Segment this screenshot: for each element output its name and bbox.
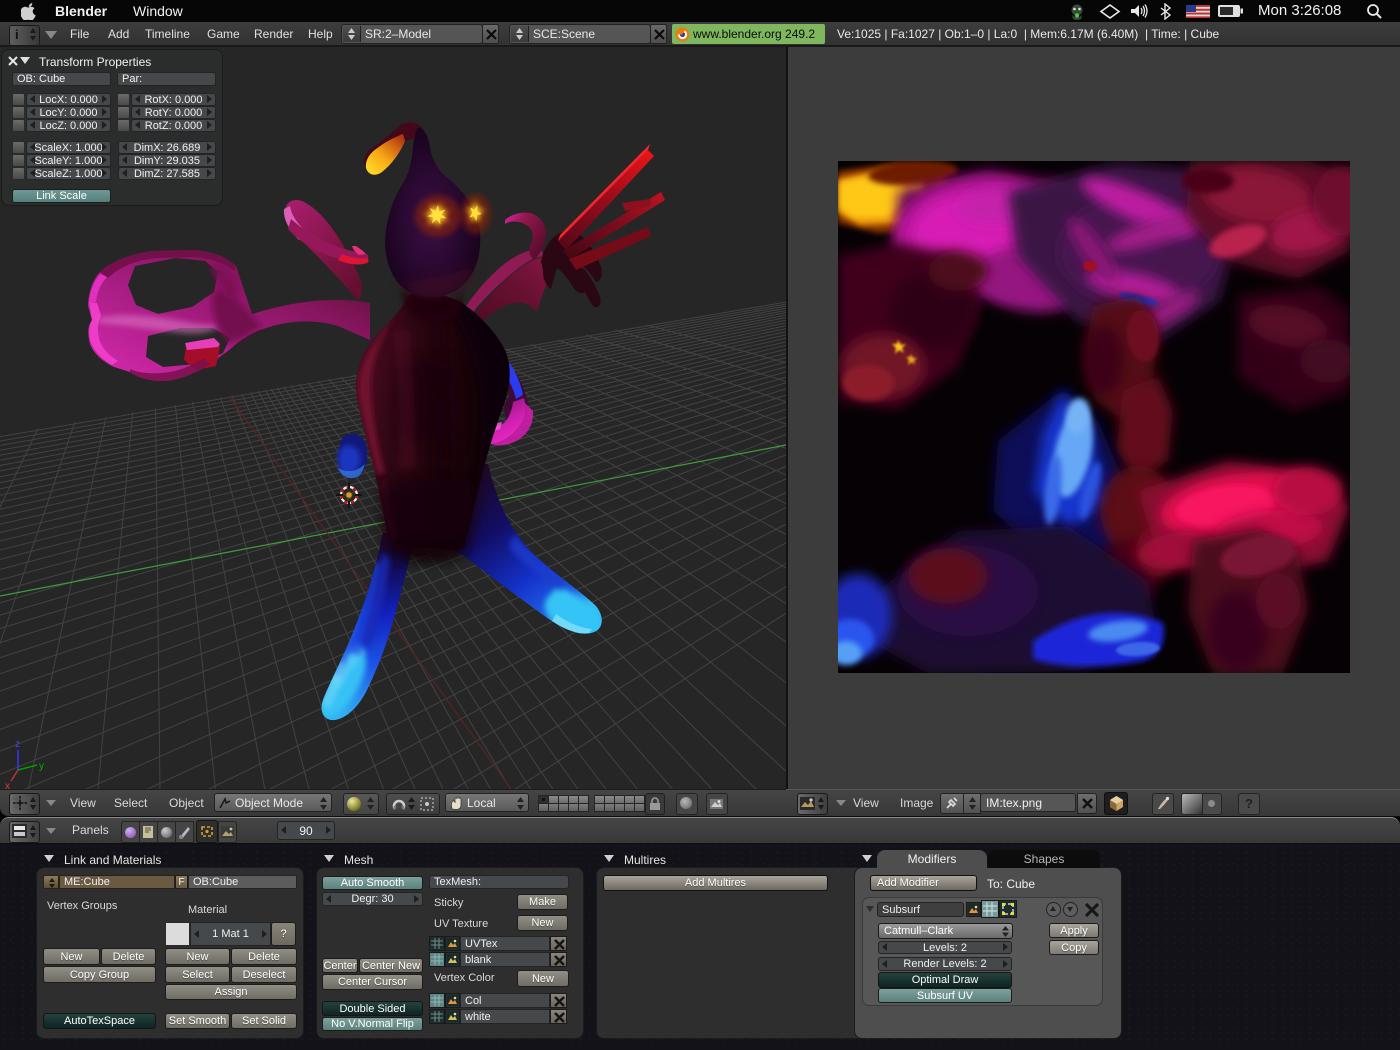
svg-text:z: z <box>15 739 20 750</box>
svg-text:y: y <box>39 761 44 772</box>
svg-text:x: x <box>5 781 10 789</box>
